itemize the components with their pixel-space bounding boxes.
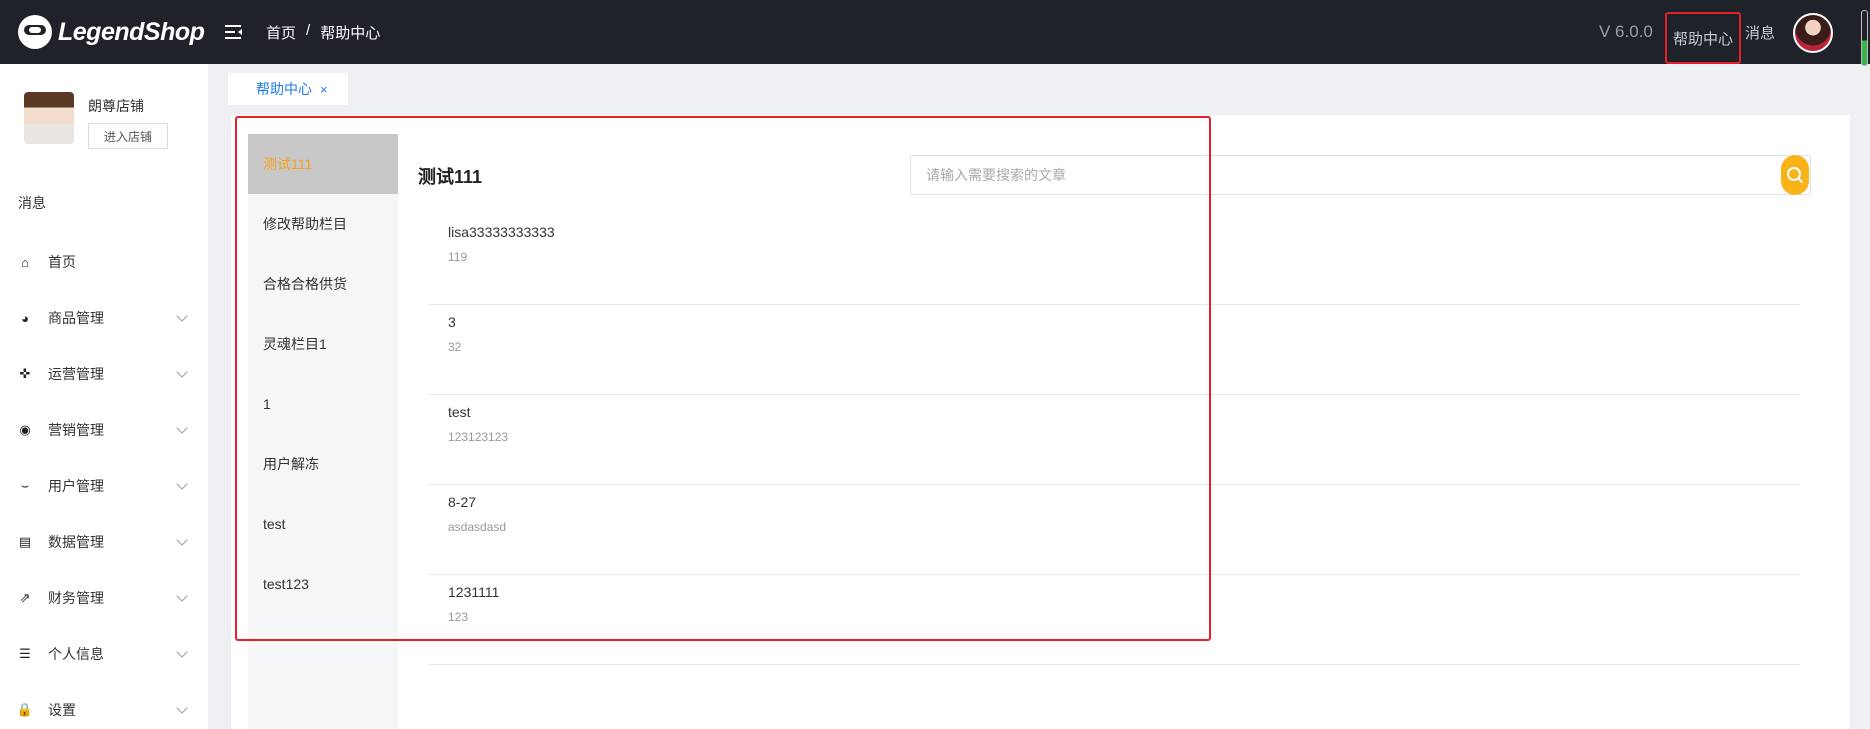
category-item[interactable]: test (248, 494, 398, 554)
list-item[interactable]: 8-27 asdasdasd (428, 485, 1800, 575)
sidebar: 朗尊店铺 进入店铺 消息 ⌂ 首页 ◕ 商品管理 ✜ 运营管理 ◉ 营销管理 ⌣… (0, 64, 208, 729)
breadcrumb-current: 帮助中心 (320, 25, 381, 42)
breadcrumb-separator: / (306, 22, 311, 39)
list-item[interactable]: 1231111 123 (428, 575, 1800, 665)
sidebar-item-label: 运营管理 (48, 366, 104, 382)
logo[interactable]: LegendShop (18, 14, 205, 50)
logo-text: LegendShop (58, 17, 205, 46)
top-navbar: LegendShop 首页 / 帮助中心 V 6.0.0 帮助中心 消息 (0, 0, 1870, 66)
sidebar-item-label: 设置 (48, 702, 76, 718)
tab-label: 帮助中心 (256, 81, 312, 97)
sidebar-item-label: 营销管理 (48, 422, 104, 438)
crosshair-icon: ✜ (19, 366, 31, 381)
lock-icon: 🔒 (16, 702, 34, 717)
shop-name: 朗尊店铺 (88, 98, 144, 114)
sidebar-item-label: 财务管理 (48, 590, 104, 606)
article-title: 1231111 (448, 584, 500, 600)
sidebar-item-profile[interactable]: ☰ 个人信息 (0, 626, 208, 682)
category-item[interactable]: 用户解冻 (248, 434, 398, 494)
article-title: 8-27 (448, 494, 477, 510)
search-input[interactable] (911, 156, 1810, 194)
sidebar-item-users[interactable]: ⌣ 用户管理 (0, 458, 208, 514)
list-item[interactable]: lisa33333333333 119 (428, 215, 1800, 305)
document-icon: ▤ (18, 534, 32, 549)
sidebar-messages[interactable]: 消息 (18, 193, 46, 213)
breadcrumb-home[interactable]: 首页 (266, 22, 296, 43)
sidebar-item-label: 个人信息 (48, 646, 104, 662)
chevron-down-icon (176, 366, 188, 378)
enter-shop-button[interactable]: 进入店铺 (88, 123, 168, 149)
eye-closed-icon: ⌣ (20, 478, 30, 493)
category-item[interactable]: test123 (248, 554, 398, 614)
sidebar-item-data[interactable]: ▤ 数据管理 (0, 514, 208, 570)
article-title: test (448, 404, 471, 420)
sidebar-item-marketing[interactable]: ◉ 营销管理 (0, 402, 208, 458)
list-icon: ☰ (19, 646, 31, 661)
chevron-down-icon (176, 310, 188, 322)
category-item[interactable]: 灵魂栏目1 (248, 314, 398, 374)
dashboard-icon: ◕ (21, 310, 29, 326)
breadcrumb: 首页 / 帮助中心 (266, 22, 380, 43)
article-subtitle: 123123123 (448, 430, 509, 444)
category-item[interactable]: 1 (248, 374, 398, 434)
category-item[interactable]: 合格合格供货 (248, 254, 398, 314)
chevron-down-icon (176, 422, 188, 434)
eye-icon: ◉ (19, 422, 31, 437)
sidebar-menu: ⌂ 首页 ◕ 商品管理 ✜ 运营管理 ◉ 营销管理 ⌣ 用户管理 ▤ 数据管理 (0, 234, 208, 729)
article-subtitle: asdasdasd (448, 520, 507, 534)
menu-collapse-icon[interactable] (225, 24, 243, 40)
user-avatar[interactable] (1793, 13, 1833, 53)
search-icon (1787, 167, 1803, 183)
chevron-down-icon (176, 646, 188, 658)
search-button[interactable] (1781, 155, 1809, 195)
messages-link[interactable]: 消息 (1745, 22, 1775, 43)
chevron-down-icon (176, 590, 188, 602)
external-link-icon: ⇗ (19, 590, 31, 605)
chevron-down-icon (176, 702, 188, 714)
close-icon[interactable]: × (320, 82, 328, 97)
search-box (910, 155, 1811, 195)
tab-help-center[interactable]: 帮助中心 × (228, 73, 348, 105)
article-subtitle: 119 (448, 250, 468, 264)
sidebar-item-finance[interactable]: ⇗ 财务管理 (0, 570, 208, 626)
sidebar-item-operations[interactable]: ✜ 运营管理 (0, 346, 208, 402)
sidebar-item-home[interactable]: ⌂ 首页 (0, 234, 208, 290)
article-title: 3 (448, 314, 456, 330)
section-title: 测试111 (418, 167, 483, 187)
category-item[interactable]: 测试111 (248, 134, 398, 194)
sidebar-item-label: 用户管理 (48, 478, 104, 494)
article-list: lisa33333333333 119 3 32 test 123123123 … (428, 215, 1800, 665)
chevron-down-icon (176, 478, 188, 490)
logo-icon (18, 15, 52, 49)
category-item[interactable]: 修改帮助栏目 (248, 194, 398, 254)
shop-avatar (24, 92, 74, 144)
article-subtitle: 32 (448, 340, 462, 354)
category-list: 测试111 修改帮助栏目 合格合格供货 灵魂栏目1 1 用户解冻 test te… (248, 134, 398, 729)
status-indicator (1861, 10, 1868, 66)
list-item[interactable]: 3 32 (428, 305, 1800, 395)
sidebar-item-products[interactable]: ◕ 商品管理 (0, 290, 208, 346)
chevron-down-icon (176, 534, 188, 546)
sidebar-item-label: 商品管理 (48, 310, 104, 326)
shop-profile: 朗尊店铺 进入店铺 (24, 92, 168, 149)
article-subtitle: 123 (448, 610, 469, 624)
help-center-link[interactable]: 帮助中心 (1665, 12, 1741, 64)
version-label: V 6.0.0 (1599, 22, 1653, 41)
sidebar-item-label: 首页 (48, 254, 76, 270)
sidebar-item-label: 数据管理 (48, 534, 104, 550)
home-icon: ⌂ (21, 254, 29, 270)
list-item[interactable]: test 123123123 (428, 395, 1800, 485)
sidebar-item-settings[interactable]: 🔒 设置 (0, 682, 208, 729)
article-title: lisa33333333333 (448, 224, 555, 240)
